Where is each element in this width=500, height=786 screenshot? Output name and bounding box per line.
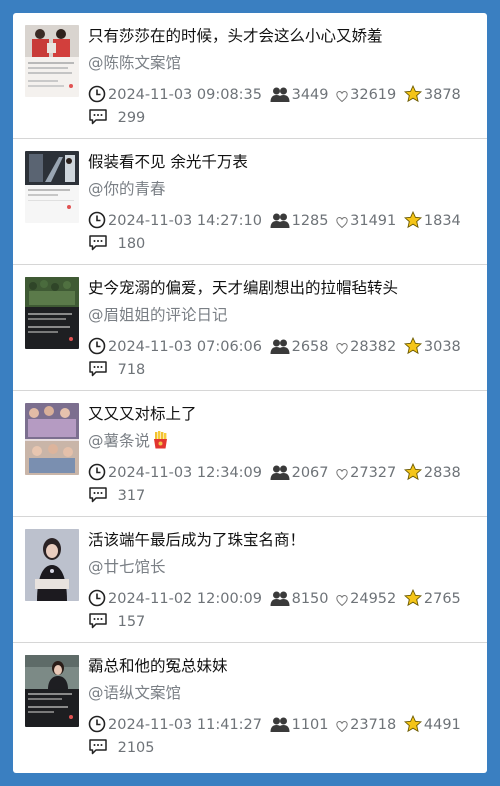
post-feed: 只有莎莎在的时候，头才会这么小心又娇羞 @陈陈文案馆 2024-11-03 09… bbox=[13, 13, 487, 773]
stars-count: 2838 bbox=[423, 465, 461, 481]
heart-icon[interactable] bbox=[336, 719, 348, 733]
stars-count: 3878 bbox=[423, 87, 461, 103]
post-card[interactable]: 霸总和他的冤总妹妹 @语纵文案馆 2024-11-03 11:41:27 110… bbox=[13, 643, 487, 769]
comment-icon[interactable] bbox=[88, 360, 108, 378]
post-card[interactable]: 又又又对标上了 @薯条说 2024-11-03 12:34:09 2067 27… bbox=[13, 391, 487, 517]
heart-icon[interactable] bbox=[336, 593, 348, 607]
stars-count: 1834 bbox=[423, 213, 461, 229]
post-thumbnail[interactable] bbox=[25, 403, 79, 475]
post-author-name[interactable]: @薯条说 bbox=[88, 432, 150, 450]
post-time: 2024-11-03 14:27:10 bbox=[108, 213, 262, 229]
post-time: 2024-11-03 12:34:09 bbox=[108, 465, 262, 481]
post-title[interactable]: 活该端午最后成为了珠宝名商！ bbox=[88, 529, 479, 551]
post-time: 2024-11-02 12:00:09 bbox=[108, 591, 262, 607]
post-thumbnail[interactable] bbox=[25, 529, 79, 601]
heart-icon[interactable] bbox=[336, 89, 348, 103]
post-meta: 2024-11-03 09:08:35 3449 32619 3878 299 bbox=[88, 84, 468, 130]
people-icon bbox=[270, 717, 290, 732]
star-icon[interactable] bbox=[403, 210, 422, 229]
post-meta: 2024-11-03 12:34:09 2067 27327 2838 317 bbox=[88, 462, 468, 508]
star-icon[interactable] bbox=[403, 84, 422, 103]
comments-count: 317 bbox=[117, 488, 146, 504]
likes-count: 32619 bbox=[350, 87, 397, 103]
comment-icon[interactable] bbox=[88, 234, 108, 252]
readers-count: 1285 bbox=[291, 213, 329, 229]
likes-count: 31491 bbox=[350, 213, 397, 229]
post-card[interactable]: 只有莎莎在的时候，头才会这么小心又娇羞 @陈陈文案馆 2024-11-03 09… bbox=[13, 13, 487, 139]
people-icon bbox=[270, 213, 290, 228]
likes-count: 27327 bbox=[350, 465, 397, 481]
star-icon[interactable] bbox=[403, 462, 422, 481]
post-thumbnail[interactable] bbox=[25, 25, 79, 97]
comment-icon[interactable] bbox=[88, 486, 108, 504]
readers-count: 2067 bbox=[291, 465, 329, 481]
heart-icon[interactable] bbox=[336, 215, 348, 229]
post-card[interactable]: 史今宠溺的偏爱，天才编剧想出的拉帽毡转头 @眉姐姐的评论日记 2024-11-0… bbox=[13, 265, 487, 391]
post-author[interactable]: @陈陈文案馆 bbox=[88, 52, 479, 74]
stars-count: 2765 bbox=[423, 591, 461, 607]
comments-count: 718 bbox=[117, 362, 146, 378]
star-icon[interactable] bbox=[403, 714, 422, 733]
post-title[interactable]: 史今宠溺的偏爱，天才编剧想出的拉帽毡转头 bbox=[88, 277, 479, 299]
post-time: 2024-11-03 11:41:27 bbox=[108, 717, 262, 733]
post-meta: 2024-11-03 07:06:06 2658 28382 3038 718 bbox=[88, 336, 468, 382]
post-title[interactable]: 假装看不见 余光千万表 bbox=[88, 151, 479, 173]
readers-count: 3449 bbox=[291, 87, 329, 103]
clock-icon bbox=[88, 337, 106, 355]
post-title[interactable]: 霸总和他的冤总妹妹 bbox=[88, 655, 479, 677]
readers-count: 2658 bbox=[291, 339, 329, 355]
clock-icon bbox=[88, 85, 106, 103]
comment-icon[interactable] bbox=[88, 738, 108, 756]
likes-count: 28382 bbox=[350, 339, 397, 355]
readers-count: 1101 bbox=[291, 717, 329, 733]
heart-icon[interactable] bbox=[336, 467, 348, 481]
likes-count: 24952 bbox=[350, 591, 397, 607]
post-card[interactable]: 活该端午最后成为了珠宝名商！ @廿七馆长 2024-11-02 12:00:09… bbox=[13, 517, 487, 643]
comment-icon[interactable] bbox=[88, 108, 108, 126]
clock-icon bbox=[88, 463, 106, 481]
comments-count: 180 bbox=[117, 236, 146, 252]
post-meta: 2024-11-03 11:41:27 1101 23718 4491 2105 bbox=[88, 714, 468, 760]
star-icon[interactable] bbox=[403, 336, 422, 355]
heart-icon[interactable] bbox=[336, 341, 348, 355]
clock-icon bbox=[88, 211, 106, 229]
fries-emoji-icon bbox=[154, 431, 168, 449]
likes-count: 23718 bbox=[350, 717, 397, 733]
comment-icon[interactable] bbox=[88, 612, 108, 630]
comments-count: 2105 bbox=[117, 740, 155, 756]
comments-count: 157 bbox=[117, 614, 146, 630]
post-author[interactable]: @眉姐姐的评论日记 bbox=[88, 304, 479, 326]
people-icon bbox=[270, 87, 290, 102]
people-icon bbox=[270, 465, 290, 480]
post-meta: 2024-11-03 14:27:10 1285 31491 1834 180 bbox=[88, 210, 468, 256]
post-author[interactable]: @语纵文案馆 bbox=[88, 682, 479, 704]
people-icon bbox=[270, 591, 290, 606]
post-thumbnail[interactable] bbox=[25, 655, 79, 727]
post-thumbnail[interactable] bbox=[25, 277, 79, 349]
post-time: 2024-11-03 09:08:35 bbox=[108, 87, 262, 103]
clock-icon bbox=[88, 715, 106, 733]
people-icon bbox=[270, 339, 290, 354]
readers-count: 8150 bbox=[291, 591, 329, 607]
comments-count: 299 bbox=[117, 110, 146, 126]
stars-count: 3038 bbox=[423, 339, 461, 355]
post-meta: 2024-11-02 12:00:09 8150 24952 2765 157 bbox=[88, 588, 468, 634]
post-thumbnail[interactable] bbox=[25, 151, 79, 223]
star-icon[interactable] bbox=[403, 588, 422, 607]
post-author[interactable]: @你的青春 bbox=[88, 178, 479, 200]
post-title[interactable]: 只有莎莎在的时候，头才会这么小心又娇羞 bbox=[88, 25, 479, 47]
post-author[interactable]: @薯条说 bbox=[88, 430, 479, 455]
post-title[interactable]: 又又又对标上了 bbox=[88, 403, 479, 425]
stars-count: 4491 bbox=[423, 717, 461, 733]
post-card[interactable]: 假装看不见 余光千万表 @你的青春 2024-11-03 14:27:10 12… bbox=[13, 139, 487, 265]
post-time: 2024-11-03 07:06:06 bbox=[108, 339, 262, 355]
clock-icon bbox=[88, 589, 106, 607]
post-author[interactable]: @廿七馆长 bbox=[88, 556, 479, 578]
